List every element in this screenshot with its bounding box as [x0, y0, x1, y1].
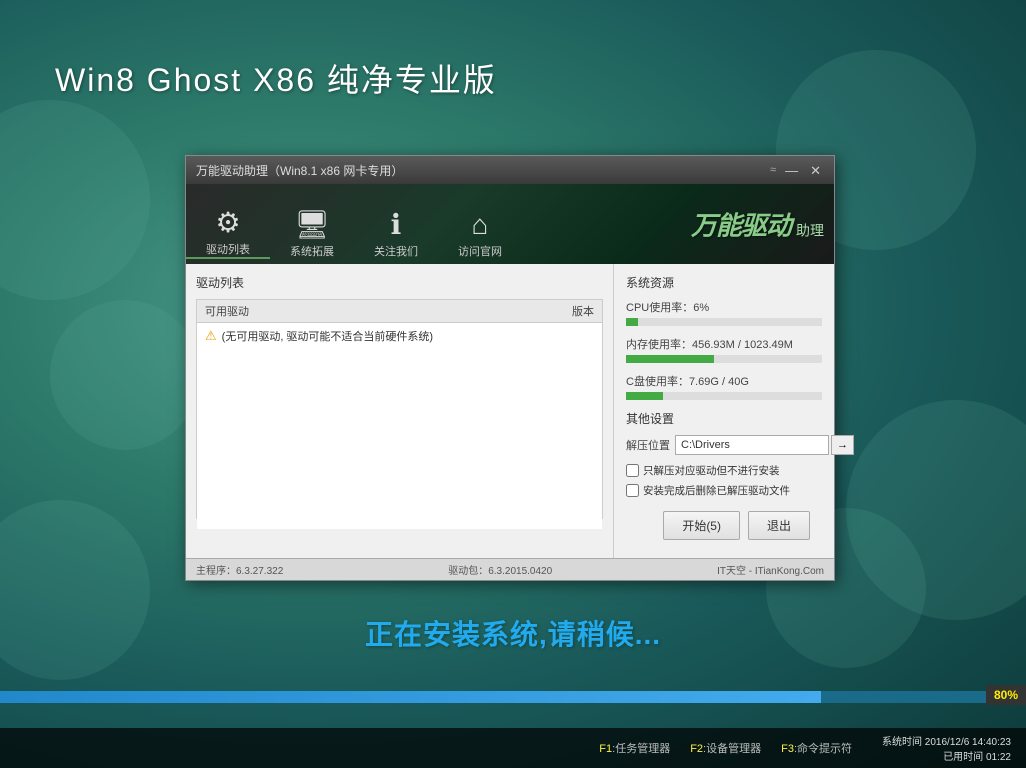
- driver-pack-version: 驱动包：6.3.2015.0420: [448, 562, 552, 577]
- fn1-key: F1:任务管理器: [599, 740, 670, 756]
- title-bar: 万能驱动助理（Win8.1 x86 网卡专用） ≈ — ✕: [186, 156, 834, 184]
- col-driver-version: 版本: [514, 303, 594, 319]
- toolbar-system-expand[interactable]: 🖥 系统拓展: [270, 211, 354, 259]
- cpu-resource: CPU使用率：6%: [626, 299, 822, 326]
- bottom-progress-bar: 80%: [0, 691, 1026, 703]
- action-buttons: 开始(5) 退出: [626, 503, 822, 548]
- path-browse-button[interactable]: →: [831, 435, 854, 455]
- desktop-title: Win8 Ghost X86 纯净专业版: [55, 55, 497, 101]
- brand-text: IT天空 - ITianKong.Com: [717, 562, 824, 577]
- installing-text: 正在安装系统,请稍候...: [0, 613, 1026, 653]
- app-logo: 万能驱动 助理: [691, 206, 824, 243]
- logo-text: 万能驱动: [691, 206, 791, 243]
- bg-blob-5: [846, 400, 1026, 620]
- close-button[interactable]: ✕: [807, 164, 824, 177]
- driver-list-title: 驱动列表: [196, 274, 603, 291]
- gear-icon: ⚙: [215, 209, 240, 237]
- toolbar-about[interactable]: ℹ 关注我们: [354, 211, 438, 259]
- main-window: 万能驱动助理（Win8.1 x86 网卡专用） ≈ — ✕ ⚙ 驱动列表 🖥 系…: [185, 155, 835, 581]
- start-button[interactable]: 开始(5): [663, 511, 740, 540]
- disk-resource: C盘使用率：7.69G / 40G: [626, 373, 822, 400]
- path-row: 解压位置 →: [626, 435, 822, 455]
- driver-warning-row: ⚠ (无可用驱动, 驱动可能不适合当前硬件系统): [197, 323, 602, 349]
- memory-progress-fill: [626, 355, 714, 363]
- toolbar-visit-site[interactable]: ⌂ 访问官网: [438, 211, 522, 259]
- toolbar-about-label: 关注我们: [374, 243, 418, 259]
- taskbar: F1:任务管理器 F2:设备管理器 F3:命令提示符 系统时间 2016/12/…: [0, 728, 1026, 768]
- system-resources-title: 系统资源: [626, 274, 822, 291]
- left-panel: 驱动列表 可用驱动 版本 ⚠ (无可用驱动, 驱动可能不适合当前硬件系统): [186, 264, 614, 558]
- checkbox-row-2: 安装完成后删除已解压驱动文件: [626, 483, 822, 498]
- toolbar-driver-list-label: 驱动列表: [206, 241, 250, 257]
- cpu-label: CPU使用率：6%: [626, 299, 822, 315]
- bottom-progress-fill: [0, 691, 821, 703]
- taskbar-time: 系统时间 2016/12/6 14:40:23 已用时间 01:22: [882, 733, 1011, 763]
- driver-warning-text: (无可用驱动, 驱动可能不适合当前硬件系统): [222, 328, 433, 344]
- path-label: 解压位置: [626, 437, 670, 453]
- fn-keys: F1:任务管理器 F2:设备管理器 F3:命令提示符: [599, 740, 852, 756]
- checkbox-extract-only-label: 只解压对应驱动但不进行安装: [643, 463, 780, 478]
- main-version: 主程序：6.3.27.322: [196, 562, 283, 577]
- exit-button[interactable]: 退出: [748, 511, 810, 540]
- cpu-progress-fill: [626, 318, 638, 326]
- fn2-key: F2:设备管理器: [690, 740, 761, 756]
- other-settings-title: 其他设置: [626, 410, 822, 427]
- warning-icon: ⚠: [205, 328, 217, 344]
- checkbox-row-1: 只解压对应驱动但不进行安装: [626, 463, 822, 478]
- home-icon: ⌂: [472, 211, 489, 239]
- driver-empty-area: [197, 349, 602, 529]
- right-panel: 系统资源 CPU使用率：6% 内存使用率：456.93M / 1023.49M: [614, 264, 834, 558]
- driver-table: 可用驱动 版本 ⚠ (无可用驱动, 驱动可能不适合当前硬件系统): [196, 299, 603, 519]
- logo-sub: 助理: [796, 221, 824, 243]
- memory-label: 内存使用率：456.93M / 1023.49M: [626, 336, 822, 352]
- progress-badge: 80%: [986, 685, 1026, 705]
- toolbar: ⚙ 驱动列表 🖥 系统拓展 ℹ 关注我们 ⌂ 访问官网 万能驱动 助理: [186, 184, 834, 264]
- bg-blob-1: [0, 100, 150, 300]
- memory-progress-bg: [626, 355, 822, 363]
- minimize-button[interactable]: —: [782, 164, 801, 177]
- driver-table-header: 可用驱动 版本: [197, 300, 602, 323]
- checkbox-delete-after[interactable]: [626, 484, 639, 497]
- path-input[interactable]: [675, 435, 829, 455]
- fn3-key: F3:命令提示符: [781, 740, 852, 756]
- wifi-icon: ≈: [770, 164, 776, 176]
- info-icon: ℹ: [391, 211, 402, 239]
- monitor-icon: 🖥: [294, 211, 330, 239]
- memory-resource: 内存使用率：456.93M / 1023.49M: [626, 336, 822, 363]
- bg-blob-3: [0, 500, 150, 680]
- toolbar-system-expand-label: 系统拓展: [290, 243, 334, 259]
- disk-progress-fill: [626, 392, 663, 400]
- used-time: 已用时间 01:22: [943, 748, 1011, 763]
- col-driver-name: 可用驱动: [205, 303, 514, 319]
- window-title: 万能驱动助理（Win8.1 x86 网卡专用）: [196, 162, 403, 179]
- content-area: 驱动列表 可用驱动 版本 ⚠ (无可用驱动, 驱动可能不适合当前硬件系统) 系统…: [186, 264, 834, 558]
- toolbar-driver-list[interactable]: ⚙ 驱动列表: [186, 209, 270, 259]
- status-bar: 主程序：6.3.27.322 驱动包：6.3.2015.0420 IT天空 - …: [186, 558, 834, 580]
- cpu-progress-bg: [626, 318, 822, 326]
- disk-label: C盘使用率：7.69G / 40G: [626, 373, 822, 389]
- checkbox-extract-only[interactable]: [626, 464, 639, 477]
- bg-blob-2: [50, 300, 200, 450]
- title-bar-controls: ≈ — ✕: [770, 164, 824, 177]
- checkbox-delete-after-label: 安装完成后删除已解压驱动文件: [643, 483, 790, 498]
- system-time: 系统时间 2016/12/6 14:40:23: [882, 733, 1011, 748]
- toolbar-visit-site-label: 访问官网: [458, 243, 502, 259]
- disk-progress-bg: [626, 392, 822, 400]
